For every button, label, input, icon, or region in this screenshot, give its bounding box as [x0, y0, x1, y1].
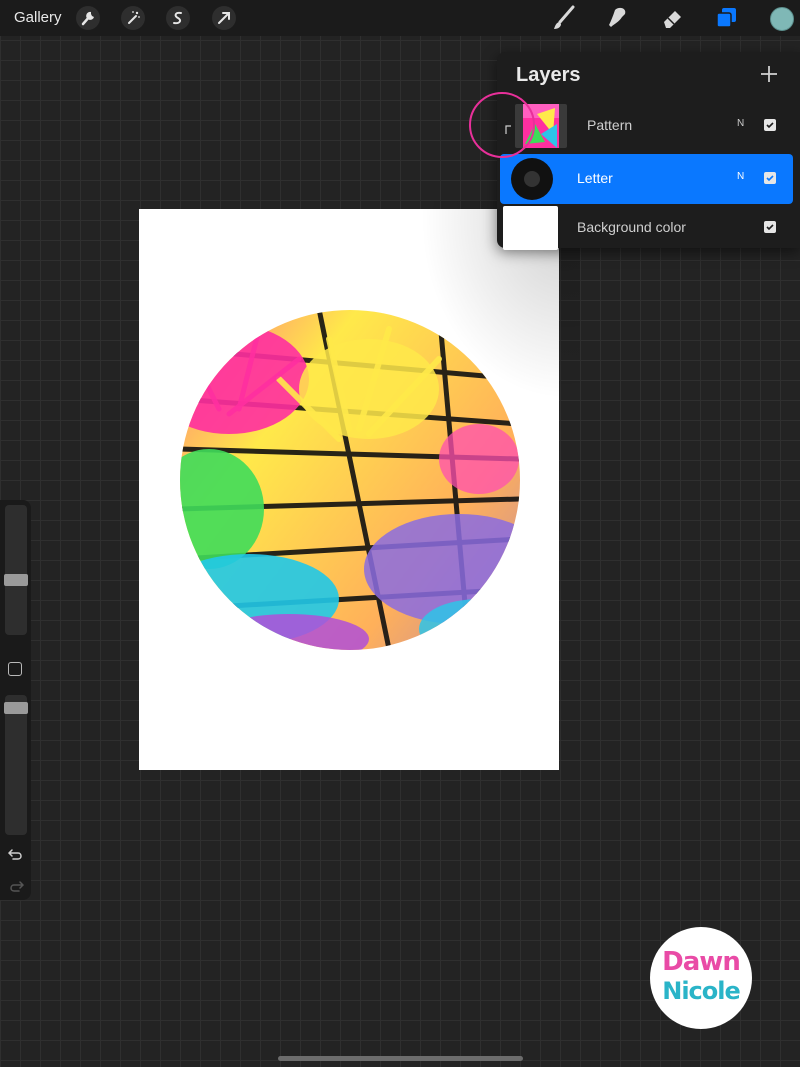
eraser-icon[interactable]	[659, 4, 685, 32]
brush-icon[interactable]	[551, 4, 577, 32]
color-picker-button[interactable]	[770, 7, 794, 31]
blend-mode-button[interactable]: N	[737, 118, 744, 129]
magic-wand-icon[interactable]	[121, 6, 145, 30]
logo-line-2: Nicole	[662, 977, 741, 1005]
brush-size-slider-thumb[interactable]	[4, 574, 28, 586]
wrench-icon[interactable]	[76, 6, 100, 30]
opacity-slider[interactable]	[5, 695, 27, 835]
layer-name: Pattern	[587, 117, 633, 133]
layer-thumbnail	[506, 157, 558, 201]
layer-row-letter[interactable]: Letter N	[500, 154, 793, 204]
layers-panel: Layers Pattern N Letter N Background col…	[497, 52, 800, 250]
undo-icon[interactable]	[7, 846, 25, 862]
modify-button[interactable]	[8, 662, 22, 676]
visibility-checkbox[interactable]	[764, 221, 776, 233]
dawn-nicole-logo: Dawn Nicole	[650, 927, 752, 1029]
layer-row-pattern[interactable]: Pattern N	[500, 101, 793, 151]
layer-name: Letter	[577, 170, 613, 186]
smudge-icon[interactable]	[605, 4, 631, 32]
visibility-checkbox[interactable]	[764, 119, 776, 131]
highlight-circle	[469, 92, 535, 158]
layers-title: Layers	[516, 64, 581, 86]
logo-line-1: Dawn	[662, 947, 741, 977]
visibility-checkbox[interactable]	[764, 172, 776, 184]
home-indicator[interactable]	[278, 1056, 523, 1061]
brush-size-slider[interactable]	[5, 505, 27, 635]
layer-row-background[interactable]: Background color	[500, 203, 793, 253]
top-toolbar: Gallery	[0, 0, 800, 36]
transform-arrow-icon[interactable]	[212, 6, 236, 30]
blend-mode-button[interactable]: N	[737, 171, 744, 182]
left-sidebar	[0, 500, 31, 900]
selection-icon[interactable]	[166, 6, 190, 30]
redo-icon[interactable]	[7, 878, 25, 894]
gallery-button[interactable]: Gallery	[14, 9, 62, 26]
layer-name: Background color	[577, 219, 686, 235]
layers-icon[interactable]	[713, 4, 739, 32]
background-color-swatch	[503, 206, 558, 250]
plus-icon[interactable]	[759, 64, 779, 84]
opacity-slider-thumb[interactable]	[4, 702, 28, 714]
